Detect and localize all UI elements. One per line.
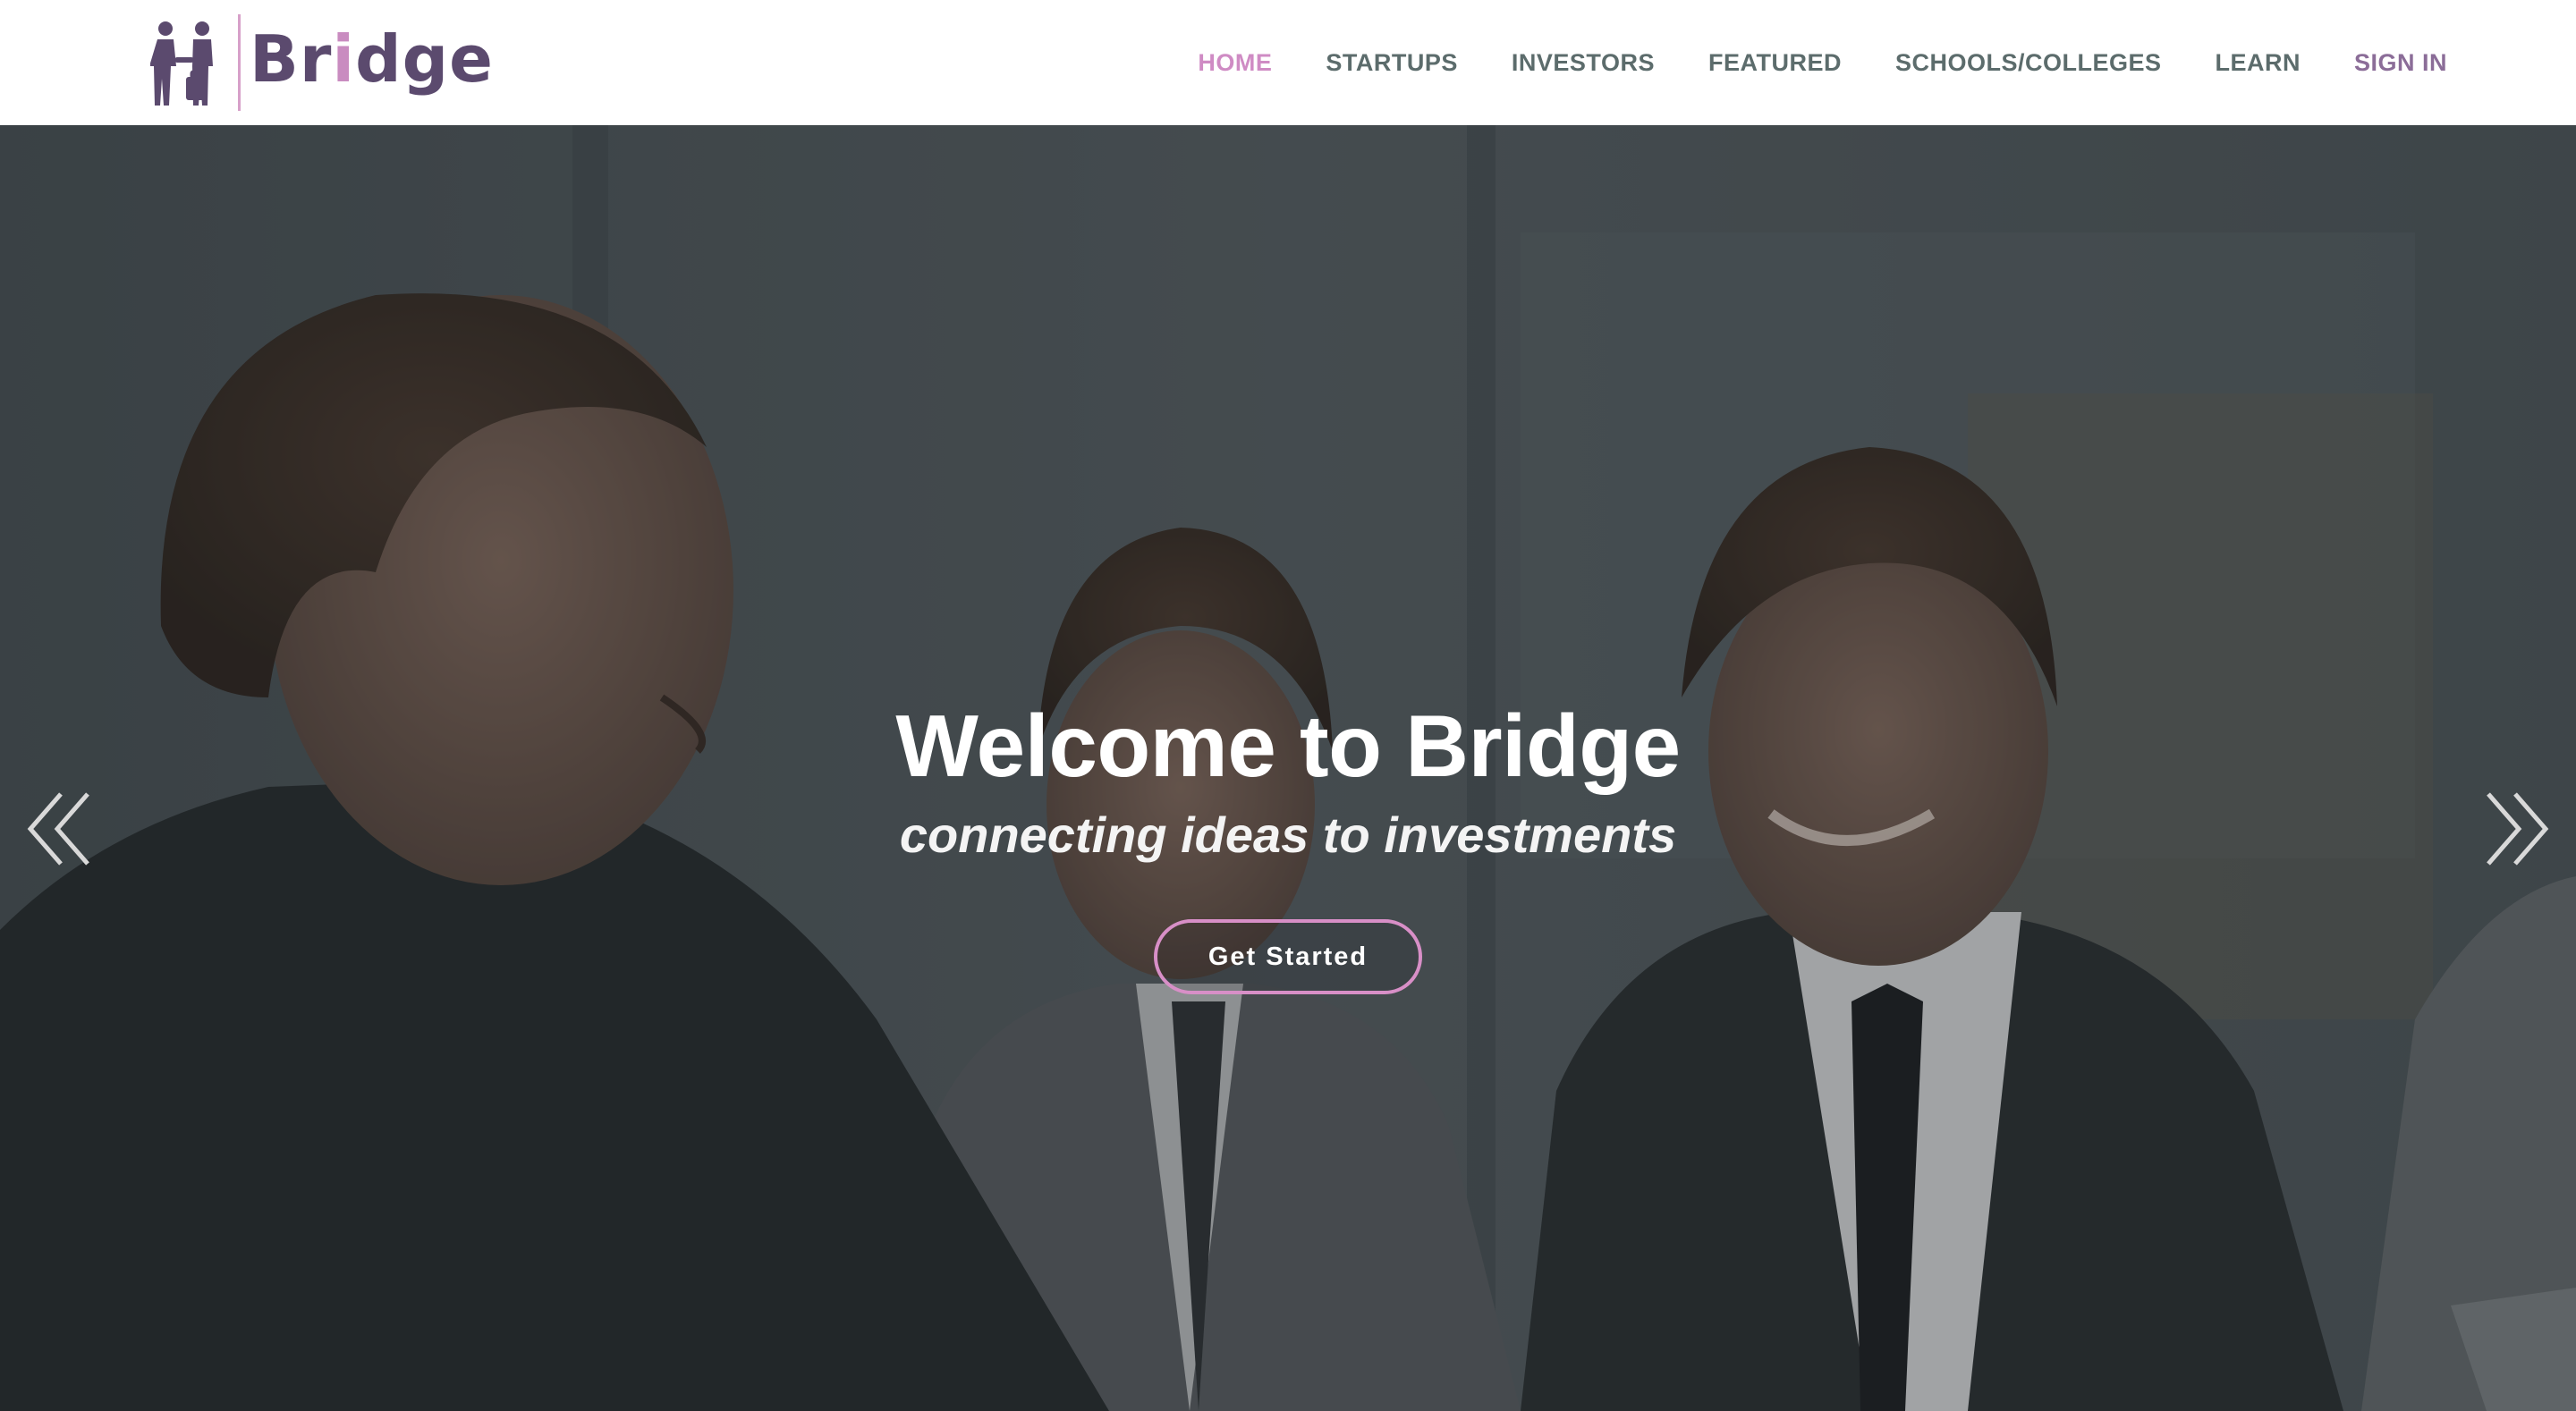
nav-item-schools-colleges[interactable]: SCHOOLS/COLLEGES [1895, 49, 2162, 77]
hero-title: Welcome to Bridge [895, 696, 1681, 795]
logo-divider [238, 14, 241, 111]
carousel-next-button[interactable] [2479, 789, 2551, 869]
nav-item-startups[interactable]: STARTUPS [1326, 49, 1458, 77]
nav-item-featured[interactable]: FEATURED [1708, 49, 1842, 77]
brand-name-highlight: i [332, 21, 356, 97]
get-started-button[interactable]: Get Started [1154, 919, 1422, 994]
double-chevron-left-icon [27, 792, 89, 866]
nav-item-investors[interactable]: INVESTORS [1512, 49, 1655, 77]
carousel-prev-button[interactable] [25, 789, 97, 869]
handshake-people-icon [150, 21, 213, 106]
nav-item-home[interactable]: HOME [1198, 49, 1272, 77]
nav-item-learn[interactable]: LEARN [2215, 49, 2301, 77]
site-header: Bridge HOME STARTUPS INVESTORS FEATURED … [0, 0, 2576, 125]
brand-name-suffix: dge [355, 21, 494, 97]
nav-item-sign-in[interactable]: SIGN IN [2354, 49, 2447, 77]
double-chevron-right-icon [2487, 792, 2549, 866]
main-nav: HOME STARTUPS INVESTORS FEATURED SCHOOLS… [1144, 0, 2447, 125]
hero-subtitle: connecting ideas to investments [899, 807, 1677, 863]
brand-name-prefix: Br [250, 21, 333, 97]
brand-name: Bridge [250, 27, 494, 91]
hero-carousel: Welcome to Bridge connecting ideas to in… [0, 125, 2576, 1411]
brand-logo[interactable]: Bridge [150, 13, 494, 113]
